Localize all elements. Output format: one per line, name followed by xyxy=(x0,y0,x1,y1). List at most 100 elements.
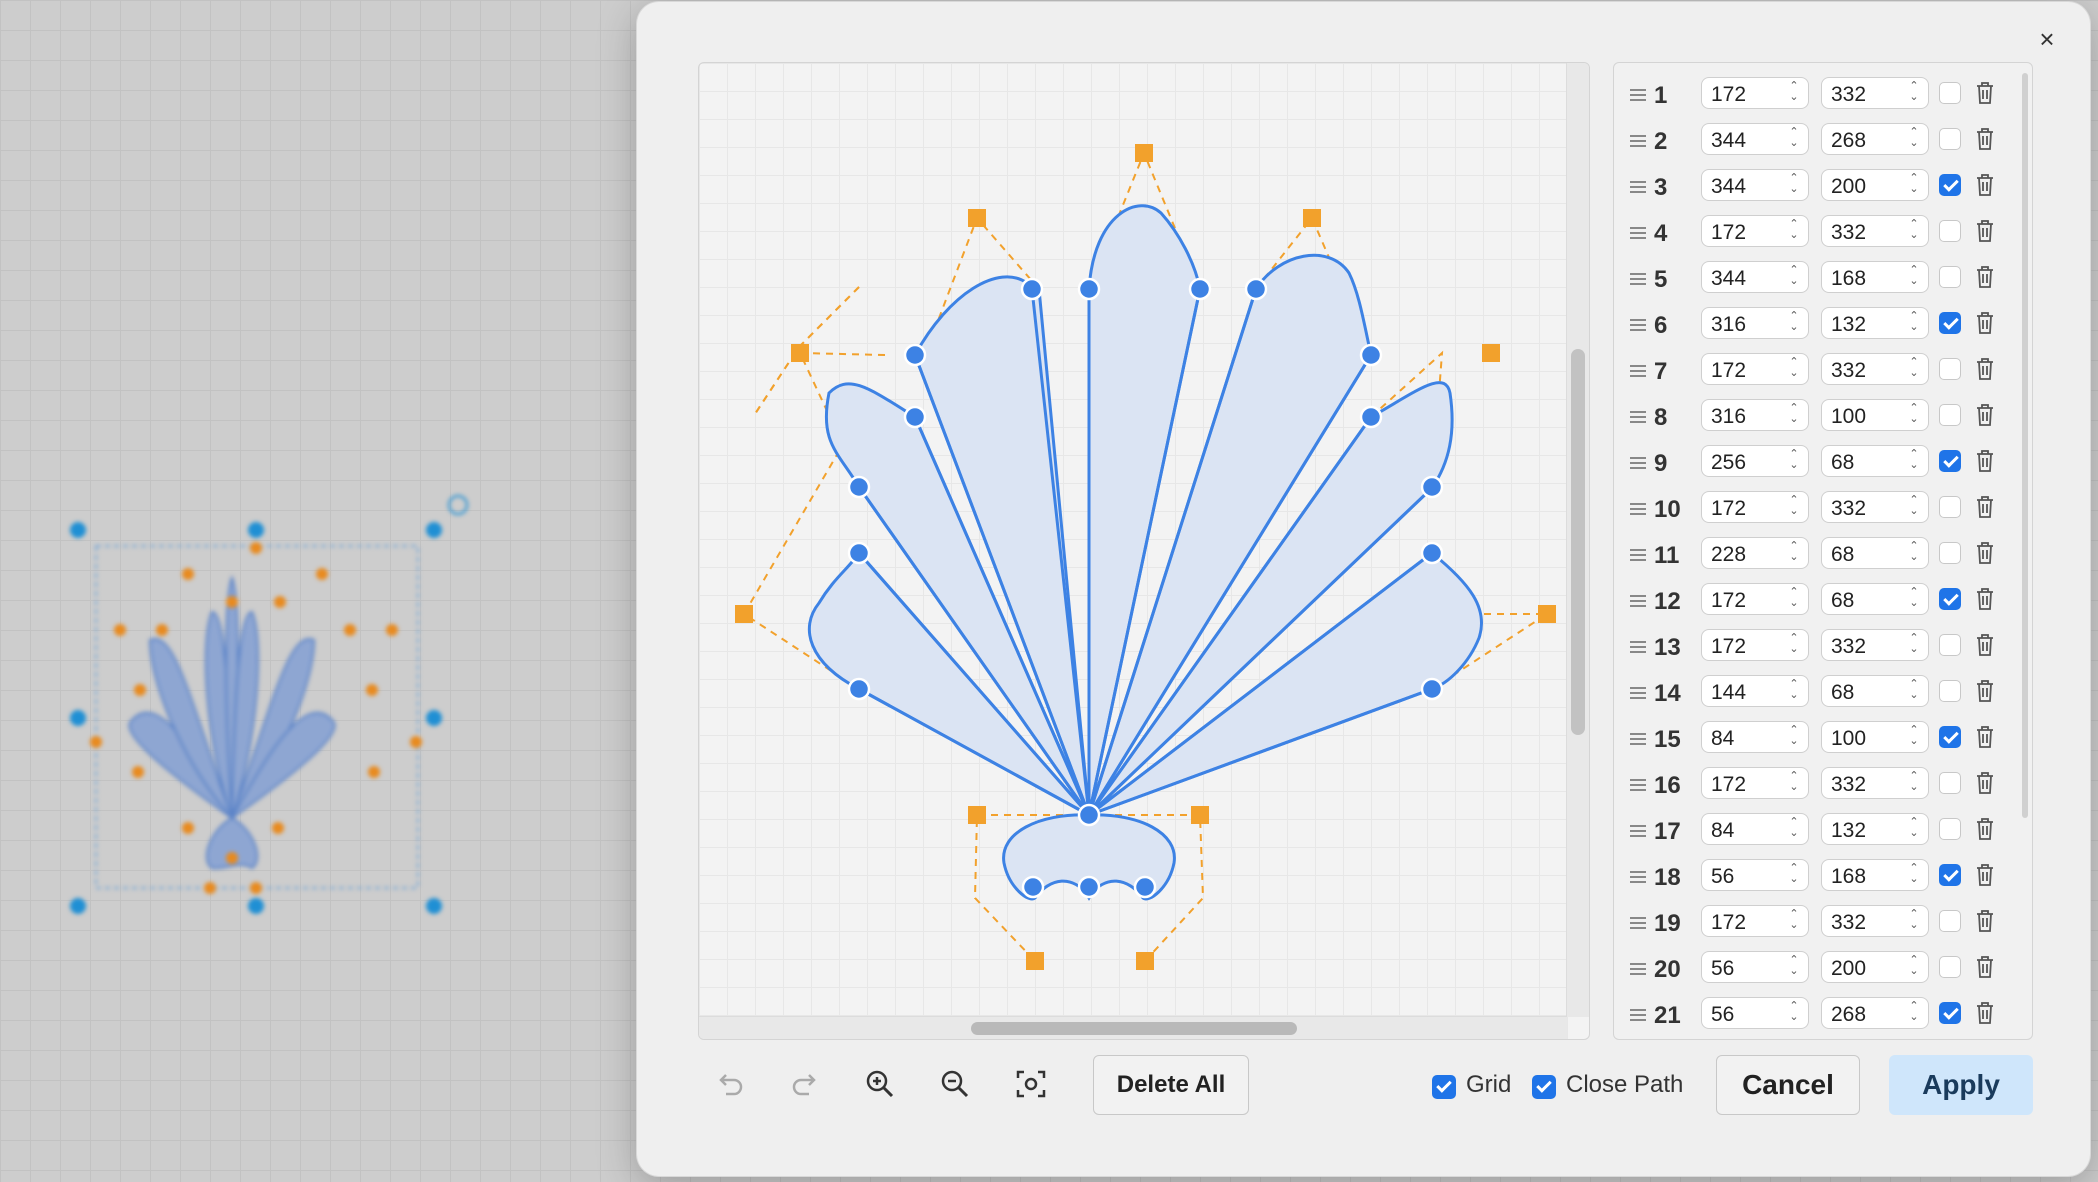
y-stepper-icon[interactable]: ⌃ ⌄ xyxy=(1908,679,1920,703)
y-coordinate-input[interactable]: 332 ⌃ ⌄ xyxy=(1821,353,1929,385)
y-stepper-icon[interactable]: ⌃ ⌄ xyxy=(1908,311,1920,335)
x-coordinate-input[interactable]: 172 ⌃ ⌄ xyxy=(1701,583,1809,615)
horizontal-scrollbar[interactable] xyxy=(699,1016,1567,1039)
grid-option[interactable]: Grid xyxy=(1432,1071,1511,1101)
y-stepper-icon[interactable]: ⌃ ⌄ xyxy=(1908,403,1920,427)
trash-icon[interactable] xyxy=(1974,679,1996,703)
point-checkbox[interactable] xyxy=(1939,404,1961,426)
x-stepper-icon[interactable]: ⌃ ⌄ xyxy=(1788,81,1800,105)
x-stepper-icon[interactable]: ⌃ ⌄ xyxy=(1788,587,1800,611)
vertical-scrollbar[interactable] xyxy=(1566,63,1589,1017)
horizontal-scroll-thumb[interactable] xyxy=(971,1022,1297,1035)
x-stepper-icon[interactable]: ⌃ ⌄ xyxy=(1788,495,1800,519)
drag-handle-icon[interactable] xyxy=(1630,454,1646,469)
x-stepper-icon[interactable]: ⌃ ⌄ xyxy=(1788,633,1800,657)
drag-handle-icon[interactable] xyxy=(1630,408,1646,423)
trash-icon[interactable] xyxy=(1974,863,1996,887)
x-coordinate-input[interactable]: 172 ⌃ ⌄ xyxy=(1701,77,1809,109)
trash-icon[interactable] xyxy=(1974,633,1996,657)
drag-handle-icon[interactable] xyxy=(1630,362,1646,377)
x-stepper-icon[interactable]: ⌃ ⌄ xyxy=(1788,1001,1800,1025)
y-coordinate-input[interactable]: 332 ⌃ ⌄ xyxy=(1821,491,1929,523)
drag-handle-icon[interactable] xyxy=(1630,684,1646,699)
trash-icon[interactable] xyxy=(1974,587,1996,611)
point-checkbox[interactable] xyxy=(1939,864,1961,886)
trash-icon[interactable] xyxy=(1974,127,1996,151)
x-stepper-icon[interactable]: ⌃ ⌄ xyxy=(1788,403,1800,427)
x-stepper-icon[interactable]: ⌃ ⌄ xyxy=(1788,725,1800,749)
x-stepper-icon[interactable]: ⌃ ⌄ xyxy=(1788,817,1800,841)
drag-handle-icon[interactable] xyxy=(1630,270,1646,285)
point-checkbox[interactable] xyxy=(1939,910,1961,932)
point-checkbox[interactable] xyxy=(1939,450,1961,472)
point-checkbox[interactable] xyxy=(1939,266,1961,288)
x-coordinate-input[interactable]: 84 ⌃ ⌄ xyxy=(1701,813,1809,845)
x-coordinate-input[interactable]: 56 ⌃ ⌄ xyxy=(1701,951,1809,983)
path-drawing[interactable] xyxy=(699,63,1589,1039)
y-stepper-icon[interactable]: ⌃ ⌄ xyxy=(1908,817,1920,841)
x-coordinate-input[interactable]: 56 ⌃ ⌄ xyxy=(1701,997,1809,1029)
x-coordinate-input[interactable]: 344 ⌃ ⌄ xyxy=(1701,123,1809,155)
x-coordinate-input[interactable]: 84 ⌃ ⌄ xyxy=(1701,721,1809,753)
apply-button[interactable]: Apply xyxy=(1889,1055,2033,1115)
point-checkbox[interactable] xyxy=(1939,128,1961,150)
drag-handle-icon[interactable] xyxy=(1630,178,1646,193)
y-stepper-icon[interactable]: ⌃ ⌄ xyxy=(1908,1001,1920,1025)
y-coordinate-input[interactable]: 200 ⌃ ⌄ xyxy=(1821,169,1929,201)
drag-handle-icon[interactable] xyxy=(1630,868,1646,883)
drag-handle-icon[interactable] xyxy=(1630,86,1646,101)
x-coordinate-input[interactable]: 228 ⌃ ⌄ xyxy=(1701,537,1809,569)
drag-handle-icon[interactable] xyxy=(1630,822,1646,837)
y-stepper-icon[interactable]: ⌃ ⌄ xyxy=(1908,81,1920,105)
y-stepper-icon[interactable]: ⌃ ⌄ xyxy=(1908,633,1920,657)
close-path-option[interactable]: Close Path xyxy=(1532,1071,1683,1101)
y-stepper-icon[interactable]: ⌃ ⌄ xyxy=(1908,449,1920,473)
y-coordinate-input[interactable]: 268 ⌃ ⌄ xyxy=(1821,997,1929,1029)
y-coordinate-input[interactable]: 332 ⌃ ⌄ xyxy=(1821,215,1929,247)
vertical-scroll-thumb[interactable] xyxy=(1571,349,1585,735)
drag-handle-icon[interactable] xyxy=(1630,500,1646,515)
y-coordinate-input[interactable]: 168 ⌃ ⌄ xyxy=(1821,261,1929,293)
redo-icon[interactable] xyxy=(787,1066,823,1102)
trash-icon[interactable] xyxy=(1974,725,1996,749)
y-coordinate-input[interactable]: 68 ⌃ ⌄ xyxy=(1821,675,1929,707)
y-stepper-icon[interactable]: ⌃ ⌄ xyxy=(1908,357,1920,381)
y-stepper-icon[interactable]: ⌃ ⌄ xyxy=(1908,725,1920,749)
drag-handle-icon[interactable] xyxy=(1630,224,1646,239)
y-coordinate-input[interactable]: 68 ⌃ ⌄ xyxy=(1821,537,1929,569)
y-stepper-icon[interactable]: ⌃ ⌄ xyxy=(1908,173,1920,197)
fit-view-icon[interactable] xyxy=(1013,1066,1049,1102)
x-coordinate-input[interactable]: 56 ⌃ ⌄ xyxy=(1701,859,1809,891)
y-stepper-icon[interactable]: ⌃ ⌄ xyxy=(1908,495,1920,519)
x-stepper-icon[interactable]: ⌃ ⌄ xyxy=(1788,771,1800,795)
y-coordinate-input[interactable]: 332 ⌃ ⌄ xyxy=(1821,767,1929,799)
drag-handle-icon[interactable] xyxy=(1630,132,1646,147)
x-stepper-icon[interactable]: ⌃ ⌄ xyxy=(1788,955,1800,979)
trash-icon[interactable] xyxy=(1974,771,1996,795)
point-checkbox[interactable] xyxy=(1939,358,1961,380)
x-coordinate-input[interactable]: 172 ⌃ ⌄ xyxy=(1701,905,1809,937)
point-list-scrollbar[interactable] xyxy=(2022,73,2028,818)
point-checkbox[interactable] xyxy=(1939,956,1961,978)
x-coordinate-input[interactable]: 256 ⌃ ⌄ xyxy=(1701,445,1809,477)
y-coordinate-input[interactable]: 332 ⌃ ⌄ xyxy=(1821,629,1929,661)
point-checkbox[interactable] xyxy=(1939,174,1961,196)
point-checkbox[interactable] xyxy=(1939,680,1961,702)
x-coordinate-input[interactable]: 172 ⌃ ⌄ xyxy=(1701,629,1809,661)
trash-icon[interactable] xyxy=(1974,265,1996,289)
trash-icon[interactable] xyxy=(1974,81,1996,105)
x-stepper-icon[interactable]: ⌃ ⌄ xyxy=(1788,127,1800,151)
x-stepper-icon[interactable]: ⌃ ⌄ xyxy=(1788,173,1800,197)
zoom-out-icon[interactable] xyxy=(937,1066,973,1102)
y-coordinate-input[interactable]: 100 ⌃ ⌄ xyxy=(1821,721,1929,753)
y-coordinate-input[interactable]: 132 ⌃ ⌄ xyxy=(1821,813,1929,845)
x-stepper-icon[interactable]: ⌃ ⌄ xyxy=(1788,311,1800,335)
y-stepper-icon[interactable]: ⌃ ⌄ xyxy=(1908,127,1920,151)
point-checkbox[interactable] xyxy=(1939,772,1961,794)
point-checkbox[interactable] xyxy=(1939,818,1961,840)
point-checkbox[interactable] xyxy=(1939,1002,1961,1024)
path-editor-canvas[interactable] xyxy=(698,62,1590,1040)
x-stepper-icon[interactable]: ⌃ ⌄ xyxy=(1788,357,1800,381)
x-stepper-icon[interactable]: ⌃ ⌄ xyxy=(1788,909,1800,933)
y-coordinate-input[interactable]: 332 ⌃ ⌄ xyxy=(1821,905,1929,937)
